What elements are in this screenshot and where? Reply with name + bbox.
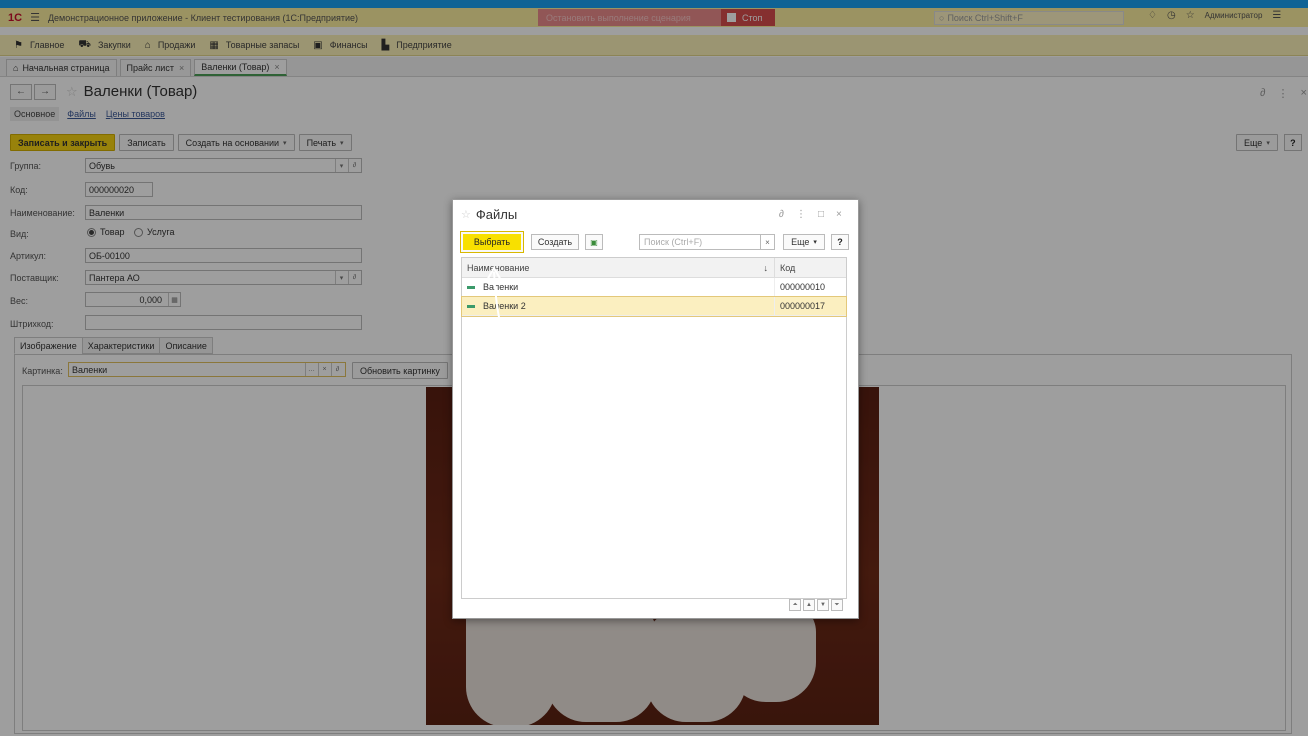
dialog-more-button[interactable]: Еще ▾	[783, 234, 825, 250]
clear-search-icon[interactable]: ×	[761, 234, 775, 250]
dialog-search-input[interactable]: Поиск (Ctrl+F)	[639, 234, 761, 250]
create-button[interactable]: Создать	[531, 234, 579, 250]
dialog-header: ☆ Файлы	[461, 207, 517, 222]
maximize-icon[interactable]: □	[818, 209, 824, 220]
scroll-bottom-icon[interactable]: ⏷	[831, 599, 843, 611]
close-icon[interactable]: ×	[836, 209, 842, 220]
table-scroll-controls: ⏶ ▲ ▼ ⏷	[789, 599, 843, 611]
scroll-top-icon[interactable]: ⏶	[789, 599, 801, 611]
select-button[interactable]: Выбрать	[460, 231, 524, 253]
star-icon[interactable]: ☆	[461, 208, 471, 221]
callout-arrow	[485, 265, 551, 367]
dialog-help-button[interactable]: ?	[831, 234, 849, 250]
dialog-controls: ∂ ⋮ □ ×	[779, 209, 842, 220]
row-code: 000000010	[780, 282, 826, 292]
sort-icon: ↓	[763, 262, 769, 273]
dialog-title: Файлы	[475, 207, 518, 222]
chevron-down-icon: ▾	[813, 239, 817, 246]
row-code: 000000017	[780, 301, 826, 311]
scroll-up-icon[interactable]: ▲	[803, 599, 815, 611]
callout-text: Подтверждаем выбор файла	[554, 356, 731, 371]
column-code-header[interactable]: Код	[775, 263, 795, 273]
scroll-down-icon[interactable]: ▼	[817, 599, 829, 611]
item-icon	[467, 304, 475, 308]
item-icon	[467, 285, 475, 289]
file-icon[interactable]: ▣	[585, 234, 603, 250]
link-icon[interactable]: ∂	[779, 209, 784, 220]
dialog-command-bar: Выбрать Создать ▣ Поиск (Ctrl+F) × Еще ▾ …	[460, 231, 851, 253]
more-icon[interactable]: ⋮	[796, 209, 806, 220]
more-label: Еще	[791, 237, 810, 247]
